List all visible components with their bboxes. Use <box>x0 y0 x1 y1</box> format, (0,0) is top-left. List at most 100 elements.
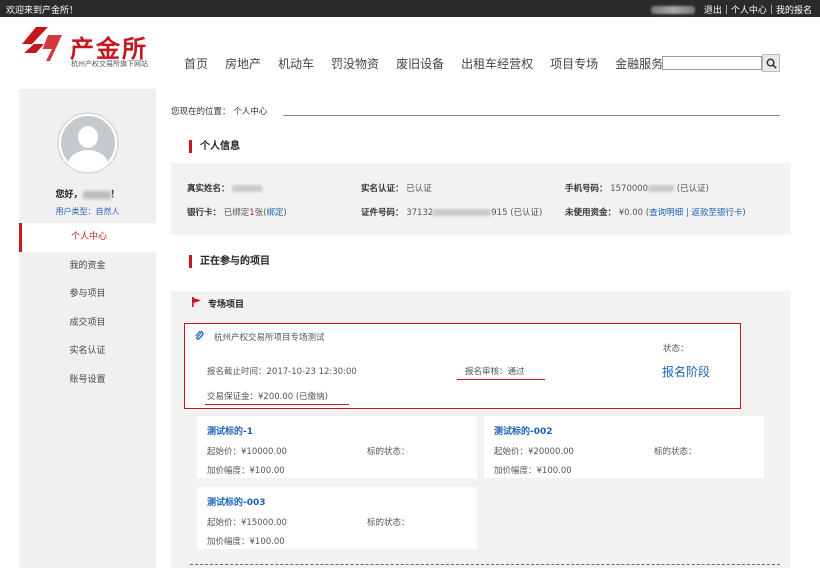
top-bar: 欢迎来到产金所！ 退出 | 个人中心 | 我的报名 <box>0 0 820 17</box>
lot-name[interactable]: 测试标的-002 <box>494 424 553 437</box>
greeting-prefix: 您好， <box>55 190 83 200</box>
unused-funds-value: ¥0.00 <box>618 208 644 218</box>
avatar <box>57 112 119 174</box>
bank-text-b: 张( <box>254 208 267 218</box>
bank-row: 银行卡： 已绑定1张(绑定) <box>187 206 287 218</box>
auth-value: 已认证 <box>406 184 432 194</box>
deadline: 报名截止时间：2017-10-23 12:30:00 <box>207 365 357 377</box>
bank-text-a: 已绑定 <box>223 208 250 218</box>
special-projects-subtitle: 专场项目 <box>208 300 245 310</box>
query-detail-link[interactable]: 查询明细 <box>649 208 683 218</box>
nav-item-confiscated[interactable]: 罚没物资 <box>331 55 379 72</box>
search-input[interactable] <box>662 56 762 70</box>
unused-funds-label: 未使用资金： <box>565 208 617 218</box>
phone-status: (已认证) <box>676 184 709 194</box>
top-links: 退出 | 个人中心 | 我的报名 <box>650 3 812 16</box>
side-menu: 个人中心 我的资金 参与项目 成交项目 实名认证 账号设置 <box>19 223 156 394</box>
paperclip-icon <box>195 331 204 340</box>
review-underline <box>457 379 545 380</box>
phone-masked <box>648 185 675 192</box>
lot-card[interactable]: 测试标的-002 起始价：¥20000.00 标的状态： 加价幅度：¥100.0… <box>484 416 764 478</box>
sidebar-item-my-funds[interactable]: 我的资金 <box>19 252 156 281</box>
username-masked <box>650 5 695 14</box>
status-label: 状态： <box>663 344 689 354</box>
welcome-text: 欢迎来到产金所！ <box>6 6 79 16</box>
unused-funds-row: 未使用资金： ¥0.00 (查询明细 | 返款至银行卡) <box>565 208 746 218</box>
lot-increment: 加价幅度：¥100.00 <box>494 466 572 476</box>
bank-text-c: ) <box>283 208 287 218</box>
separator: | <box>724 4 728 15</box>
auth-label: 实名认证： <box>361 184 404 194</box>
id-row: 证件号码： 37132 915 (已认证) <box>361 206 542 218</box>
lot-status: 标的状态： <box>367 447 410 457</box>
deposit-label: 交易保证金： <box>207 392 259 402</box>
id-label: 证件号码： <box>361 208 404 218</box>
lot-start-price: 起始价：¥15000.00 <box>207 518 287 528</box>
sidebar-item-participating[interactable]: 参与项目 <box>19 280 156 309</box>
project-name[interactable]: 杭州产权交易所项目专场测试 <box>214 331 325 343</box>
logo-icon[interactable] <box>22 27 62 61</box>
auth-row: 实名认证： 已认证 <box>361 182 432 194</box>
logout-link[interactable]: 退出 <box>704 3 722 16</box>
deadline-value: 2017-10-23 12:30:00 <box>266 367 357 377</box>
nav-item-taxi-rights[interactable]: 出租车经营权 <box>461 55 533 72</box>
phone-label: 手机号码： <box>565 184 608 194</box>
nav-item-vehicles[interactable]: 机动车 <box>278 55 314 72</box>
sidebar: 您好， ！ 用户类型：自然人 个人中心 我的资金 参与项目 成交项目 实名认证 账… <box>19 89 156 568</box>
brand-subtitle: 杭州产权交易所旗下网站 <box>71 60 148 68</box>
deadline-label: 报名截止时间： <box>207 367 267 377</box>
username-masked <box>82 190 111 199</box>
sidebar-item-personal-center[interactable]: 个人中心 <box>19 223 156 252</box>
breadcrumb: 您现在的位置： 个人中心 <box>171 107 268 117</box>
divider <box>190 564 780 565</box>
nav-item-real-estate[interactable]: 房地产 <box>225 55 261 72</box>
lot-card[interactable]: 测试标的-003 起始价：¥15000.00 标的状态： 加价幅度：¥100.0… <box>197 487 477 549</box>
site-header: 产金所 杭州产权交易所旗下网站 首页 房地产 机动车 罚没物资 废旧设备 出租车… <box>0 17 820 83</box>
refund-link[interactable]: 返款至银行卡 <box>691 208 742 218</box>
my-registration-link[interactable]: 我的报名 <box>776 3 812 16</box>
search-icon <box>766 58 777 69</box>
nav-item-finance[interactable]: 金融服务 <box>615 55 663 72</box>
project-card[interactable]: 杭州产权交易所项目专场测试 报名截止时间：2017-10-23 12:30:00… <box>184 323 741 409</box>
deposit: 交易保证金：¥200.00 (已缴纳) <box>207 390 328 402</box>
real-name-label: 真实姓名： <box>187 184 230 194</box>
real-name-masked <box>232 185 263 192</box>
main-nav: 首页 房地产 机动车 罚没物资 废旧设备 出租车经营权 项目专场 金融服务 <box>184 55 680 72</box>
flag-icon <box>192 297 201 307</box>
lot-start-price: 起始价：¥20000.00 <box>494 447 574 457</box>
bank-label: 银行卡： <box>187 208 222 218</box>
sidebar-item-completed[interactable]: 成交项目 <box>19 309 156 338</box>
personal-center-link[interactable]: 个人中心 <box>731 3 767 16</box>
greeting-suffix: ！ <box>110 190 120 200</box>
phone-row: 手机号码： 1570000 (已认证) <box>565 182 709 194</box>
user-type: 用户类型：自然人 <box>55 207 120 216</box>
lot-increment: 加价幅度：¥100.00 <box>207 537 285 547</box>
nav-item-home[interactable]: 首页 <box>184 55 208 72</box>
id-suffix: 915 <box>491 208 508 218</box>
stage-badge: 报名阶段 <box>662 365 711 379</box>
projects-title: 正在参与的项目 <box>189 255 270 268</box>
review-value: 通过 <box>507 367 525 377</box>
personal-info-panel: 真实姓名： 实名认证： 已认证 手机号码： 1570000 (已认证) 银行卡：… <box>171 163 791 235</box>
greeting: 您好， ！ <box>19 187 156 200</box>
lot-increment: 加价幅度：¥100.00 <box>207 466 285 476</box>
id-prefix: 37132 <box>406 208 434 218</box>
personal-info-title: 个人信息 <box>189 140 240 153</box>
bind-card-link[interactable]: 绑定 <box>266 208 283 218</box>
deposit-value: ¥200.00 (已缴纳) <box>258 392 328 402</box>
lot-name[interactable]: 测试标的-1 <box>207 424 253 437</box>
lot-status: 标的状态： <box>367 518 410 528</box>
search-button[interactable] <box>762 54 780 72</box>
review-label: 报名审核： <box>465 367 508 377</box>
avatar-placeholder-icon <box>61 116 115 170</box>
sidebar-item-verification[interactable]: 实名认证 <box>19 337 156 366</box>
lot-status: 标的状态： <box>654 447 697 457</box>
separator: | <box>769 4 773 15</box>
lot-start-price: 起始价：¥10000.00 <box>207 447 287 457</box>
sidebar-item-account-settings[interactable]: 账号设置 <box>19 366 156 395</box>
lot-name[interactable]: 测试标的-003 <box>207 495 266 508</box>
id-masked <box>433 209 492 216</box>
nav-item-special-projects[interactable]: 项目专场 <box>550 55 598 72</box>
lot-card[interactable]: 测试标的-1 起始价：¥10000.00 标的状态： 加价幅度：¥100.00 <box>197 416 477 478</box>
nav-item-equipment[interactable]: 废旧设备 <box>396 55 444 72</box>
